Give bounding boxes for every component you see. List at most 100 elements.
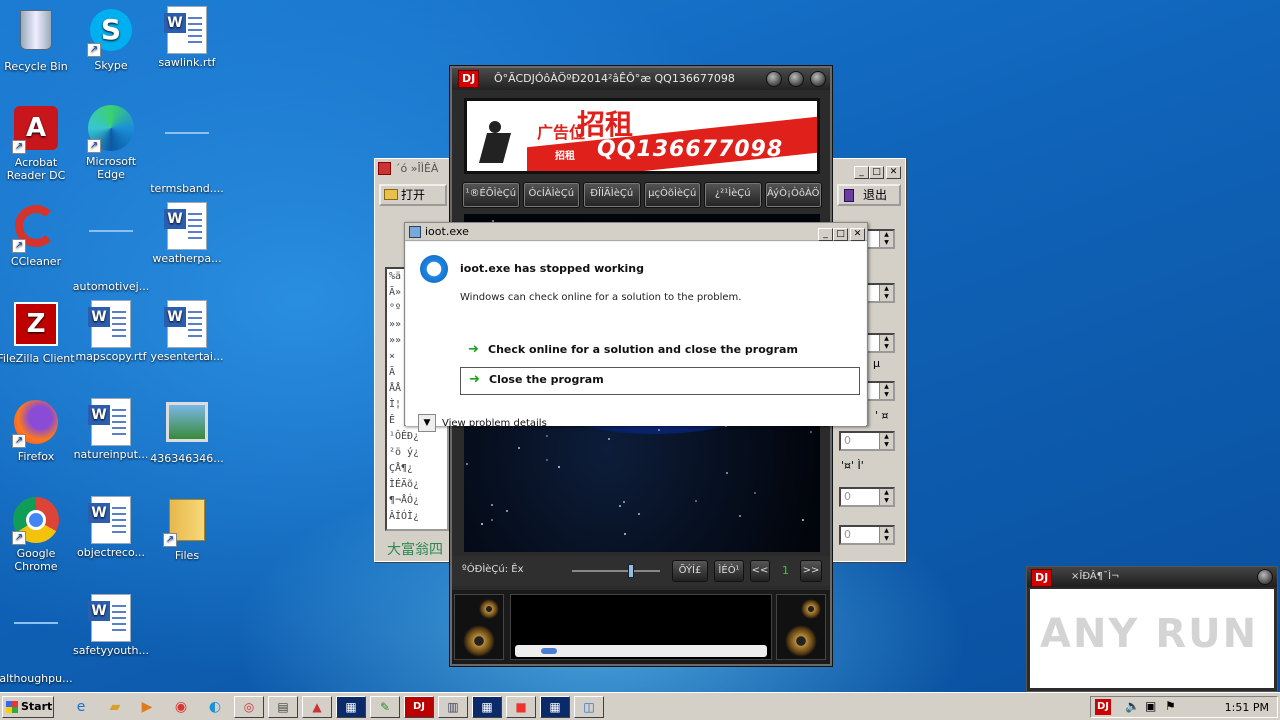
close-button[interactable]: ✕ [850, 228, 865, 241]
desktop-icon-automotivej[interactable]: automotivej... [72, 202, 150, 293]
exit-button[interactable]: 退出 [837, 184, 901, 206]
task-app-5[interactable]: ✎ [370, 696, 400, 718]
list-row[interactable]: ¶¬ÅÓ¿ [389, 493, 447, 509]
green-arrow-icon: ➜ [468, 342, 479, 357]
clock[interactable]: 1:51 PM [1225, 701, 1269, 714]
list-row[interactable]: ÌÉÄõ¿ [389, 477, 447, 493]
chrome-taskbar-icon[interactable]: ◉ [170, 697, 192, 717]
desktop-icon-ccleaner[interactable]: ↗ CCleaner [0, 202, 75, 268]
close-program-option[interactable]: ➜ Close the program [460, 367, 860, 395]
desktop-icon-althoughpu[interactable]: althoughpu... [0, 594, 75, 685]
desktop-icon-safetyyouth[interactable]: W safetyyouth... [72, 594, 150, 657]
error-dialog-titlebar[interactable]: ioot.exe _ □ ✕ [405, 223, 867, 241]
dj-titlebar[interactable]: DJ Ô°ÃCDJÓôÀÖºÐ2014²âÊÔ°æ QQ136677098 [452, 68, 830, 90]
dj-tray-icon[interactable]: DJ [1095, 699, 1112, 715]
media-player-icon[interactable]: ▶ [136, 697, 158, 717]
desktop-icon-edge[interactable]: ↗ Microsoft Edge [72, 104, 150, 181]
task-app-7[interactable]: ▥ [438, 696, 468, 718]
desktop-icon-firefox[interactable]: ↗ Firefox [0, 398, 75, 463]
play-pause-button[interactable]: ÕÝÍ£ [672, 560, 708, 582]
skype-icon: S ↗ [87, 9, 135, 57]
star-dot [623, 501, 625, 503]
star-dot [481, 523, 483, 525]
desktop-icon-436346346[interactable]: 436346346... [148, 398, 226, 465]
category-tab[interactable]: ÂýÒ¡ÒôÀÖ [764, 182, 822, 208]
list-row[interactable]: ÇÅ¶¿ [389, 461, 447, 477]
network-icon[interactable]: ▣ [1145, 699, 1156, 713]
mode-button[interactable]: ÌÉÒ¹ [714, 560, 744, 582]
word-doc-icon: W [87, 496, 135, 544]
seek-bar[interactable] [515, 645, 767, 657]
task-app-3[interactable]: ▲ [302, 696, 332, 718]
desktop-icon-skype[interactable]: S ↗ Skype [72, 6, 150, 72]
star-dot [546, 459, 548, 461]
filezilla-icon: Z [12, 302, 60, 350]
volume-track[interactable] [572, 570, 660, 572]
explorer-folder-icon[interactable]: ▰ [104, 697, 126, 717]
volume-icon[interactable]: 🔈 [1125, 699, 1140, 713]
spin-field[interactable]: 0 ▲ ▼ [839, 431, 895, 451]
ad-banner[interactable]: 广告位 招租 招租 QQ136677098 [464, 98, 820, 174]
task-app-8[interactable]: ▦ [472, 696, 502, 718]
category-tab[interactable]: µçÒõÌèÇú [643, 182, 701, 208]
desktop-icon-weatherpa[interactable]: W weatherpa... [148, 202, 226, 265]
chevron-down-icon[interactable]: ▼ [418, 414, 436, 432]
mini-close-button[interactable] [1257, 569, 1273, 585]
desktop-icon-termsband[interactable]: termsband.... [148, 104, 226, 195]
desktop-icon-files[interactable]: ↗ Files [148, 496, 226, 562]
desktop-icon-filezilla[interactable]: Z FileZilla Client [0, 300, 75, 365]
dj-close-button[interactable] [810, 71, 826, 87]
ie-icon[interactable]: e [70, 697, 92, 717]
check-online-option[interactable]: ➜ Check online for a solution and close … [460, 338, 860, 364]
mini-titlebar[interactable]: DJ ×ÎÐÂ¶¯Ì¬ [1027, 567, 1277, 587]
volume-knob[interactable] [628, 564, 634, 578]
desktop-icon-natureinput[interactable]: W natureinput... [72, 398, 150, 461]
spin-field[interactable]: 0 ▲ ▼ [839, 487, 895, 507]
dj-maximize-button[interactable] [788, 71, 804, 87]
desktop-icon-recycle-bin[interactable]: Recycle Bin [0, 6, 75, 73]
edge-taskbar-icon[interactable]: ◐ [204, 697, 226, 717]
seek-knob[interactable] [541, 648, 557, 654]
task-app-9[interactable]: ■ [506, 696, 536, 718]
category-tab[interactable]: ¿²¹ÌèÇú [704, 182, 762, 208]
task-app-11[interactable]: ◫ [574, 696, 604, 718]
maximize-button[interactable]: □ [833, 228, 848, 241]
prev-page-button[interactable]: << [750, 560, 770, 582]
task-app-4[interactable]: ▦ [336, 696, 366, 718]
desktop-icon-sawlink[interactable]: W sawlink.rtf [148, 6, 226, 69]
minimize-button[interactable]: _ [854, 166, 869, 179]
category-tabs: ¹®ÉÕÌèÇú ÓcÍÀÌèÇú ÐÏÍÃÌèÇú µçÒõÌèÇú ¿²¹Ì… [462, 182, 822, 208]
star-dot [754, 492, 756, 494]
view-details-link[interactable]: View problem details [442, 418, 547, 429]
star-dot [558, 466, 560, 468]
category-tab[interactable]: ÐÏÍÃÌèÇú [583, 182, 641, 208]
word-doc-icon: W [87, 398, 135, 446]
desktop-icon-chrome[interactable]: ↗ Google Chrome [0, 496, 75, 573]
list-row[interactable]: ²ö ý¿ [389, 445, 447, 461]
action-center-flag-icon[interactable]: ⚑ [1165, 699, 1176, 713]
spin-field[interactable]: 0 ▲ ▼ [839, 525, 895, 545]
desktop-icon-objectreco[interactable]: W objectreco... [72, 496, 150, 559]
dj-minimize-button[interactable] [766, 71, 782, 87]
task-app-1[interactable]: ◎ [234, 696, 264, 718]
start-button[interactable]: Start [2, 696, 54, 718]
next-page-button[interactable]: >> [800, 560, 822, 582]
side-label: µ [873, 357, 880, 370]
recycle-bin-icon [12, 10, 60, 58]
category-tab[interactable]: ÓcÍÀÌèÇú [522, 182, 580, 208]
image-file-icon [163, 402, 211, 450]
task-app-2[interactable]: ▤ [268, 696, 298, 718]
close-button[interactable]: ✕ [886, 166, 901, 179]
list-row[interactable]: ÂÍÓÌ¿ [389, 509, 447, 525]
desktop-icon-yesentertai[interactable]: W yesentertai... [148, 300, 226, 363]
error-message: Windows can check online for a solution … [460, 292, 742, 303]
desktop-icon-mapscopy[interactable]: W mapscopy.rtf [72, 300, 150, 363]
task-app-10[interactable]: ▦ [540, 696, 570, 718]
maximize-button[interactable]: □ [869, 166, 884, 179]
category-tab[interactable]: ¹®ÉÕÌèÇú [462, 182, 520, 208]
task-dj-player[interactable]: DJ [404, 696, 434, 718]
open-button[interactable]: 打开 [379, 184, 447, 206]
side-label: '¤' Ì' [841, 459, 864, 472]
minimize-button[interactable]: _ [818, 228, 833, 241]
desktop-icon-acrobat[interactable]: A ↗ Acrobat Reader DC [0, 104, 75, 182]
